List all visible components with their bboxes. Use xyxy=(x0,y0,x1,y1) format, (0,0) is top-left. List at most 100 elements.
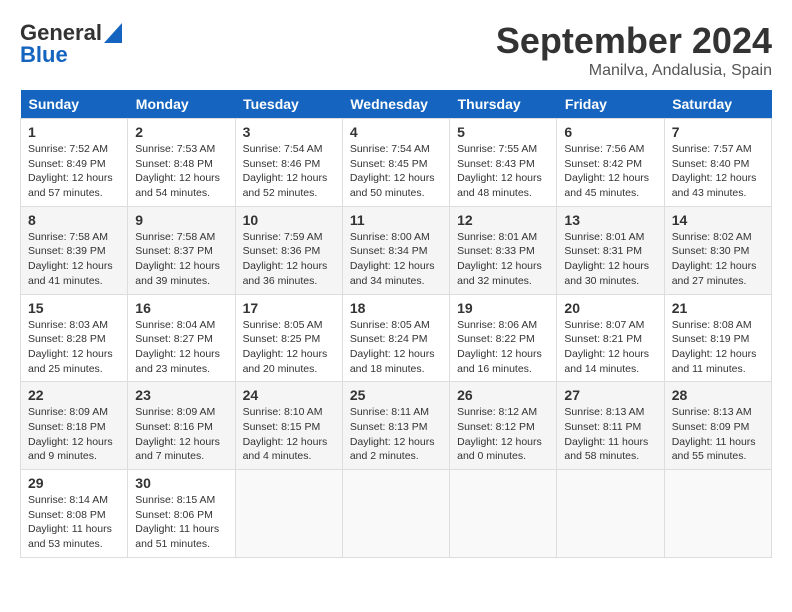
calendar-cell-22: 22Sunrise: 8:09 AMSunset: 8:18 PMDayligh… xyxy=(21,382,128,470)
day-number: 3 xyxy=(243,124,335,140)
page-header: General Blue September 2024 Manilva, And… xyxy=(20,20,772,80)
calendar-cell-25: 25 Sunrise: 8:11 AMSunset: 8:13 PMDayligh… xyxy=(342,382,449,470)
calendar-cell-8: 8 Sunrise: 7:58 AMSunset: 8:39 PMDaylight… xyxy=(21,206,128,294)
header-sunday: Sunday xyxy=(21,90,128,119)
title-block: September 2024 Manilva, Andalusia, Spain xyxy=(496,20,772,80)
day-number: 30 xyxy=(135,475,227,491)
calendar-cell-1: 1 Sunrise: 7:52 AMSunset: 8:49 PMDaylight… xyxy=(21,119,128,207)
calendar-cell-empty xyxy=(557,470,664,558)
location-title: Manilva, Andalusia, Spain xyxy=(496,62,772,80)
calendar-cell-empty xyxy=(342,470,449,558)
day-detail: Sunrise: 8:02 AMSunset: 8:30 PMDaylight:… xyxy=(672,231,757,287)
day-detail: Sunrise: 7:53 AMSunset: 8:48 PMDaylight:… xyxy=(135,143,220,199)
calendar-row-0: 1 Sunrise: 7:52 AMSunset: 8:49 PMDaylight… xyxy=(21,119,772,207)
day-detail: Sunrise: 7:57 AMSunset: 8:40 PMDaylight:… xyxy=(672,143,757,199)
calendar-cell-2: 2 Sunrise: 7:53 AMSunset: 8:48 PMDaylight… xyxy=(128,119,235,207)
day-detail: Sunrise: 8:05 AMSunset: 8:24 PMDaylight:… xyxy=(350,319,435,375)
day-number: 26 xyxy=(457,387,549,403)
day-number: 28 xyxy=(672,387,764,403)
day-number: 25 xyxy=(350,387,442,403)
calendar-cell-empty xyxy=(450,470,557,558)
calendar-cell-16: 16 Sunrise: 8:04 AMSunset: 8:27 PMDayligh… xyxy=(128,294,235,382)
day-detail: Sunrise: 8:03 AMSunset: 8:28 PMDaylight:… xyxy=(28,319,113,375)
day-number: 7 xyxy=(672,124,764,140)
calendar-cell-12: 12Sunrise: 8:01 AMSunset: 8:33 PMDayligh… xyxy=(450,206,557,294)
day-number: 13 xyxy=(564,212,656,228)
day-detail: Sunrise: 8:14 AMSunset: 8:08 PMDaylight:… xyxy=(28,494,112,550)
header-wednesday: Wednesday xyxy=(342,90,449,119)
day-detail: Sunrise: 7:52 AMSunset: 8:49 PMDaylight:… xyxy=(28,143,113,199)
day-number: 11 xyxy=(350,212,442,228)
month-title: September 2024 xyxy=(496,20,772,62)
calendar-row-2: 15 Sunrise: 8:03 AMSunset: 8:28 PMDayligh… xyxy=(21,294,772,382)
day-number: 23 xyxy=(135,387,227,403)
day-detail: Sunrise: 7:56 AMSunset: 8:42 PMDaylight:… xyxy=(564,143,649,199)
day-number: 2 xyxy=(135,124,227,140)
day-number: 27 xyxy=(564,387,656,403)
day-detail: Sunrise: 7:54 AMSunset: 8:46 PMDaylight:… xyxy=(243,143,328,199)
day-number: 17 xyxy=(243,300,335,316)
day-number: 5 xyxy=(457,124,549,140)
calendar-cell-13: 13 Sunrise: 8:01 AMSunset: 8:31 PMDayligh… xyxy=(557,206,664,294)
day-detail: Sunrise: 8:07 AMSunset: 8:21 PMDaylight:… xyxy=(564,319,649,375)
day-detail: Sunrise: 8:13 AMSunset: 8:09 PMDaylight:… xyxy=(672,406,756,462)
calendar-cell-23: 23 Sunrise: 8:09 AMSunset: 8:16 PMDayligh… xyxy=(128,382,235,470)
calendar-cell-18: 18Sunrise: 8:05 AMSunset: 8:24 PMDayligh… xyxy=(342,294,449,382)
calendar-cell-19: 19 Sunrise: 8:06 AMSunset: 8:22 PMDayligh… xyxy=(450,294,557,382)
calendar-cell-9: 9 Sunrise: 7:58 AMSunset: 8:37 PMDaylight… xyxy=(128,206,235,294)
calendar-row-4: 29 Sunrise: 8:14 AMSunset: 8:08 PMDayligh… xyxy=(21,470,772,558)
day-detail: Sunrise: 8:11 AMSunset: 8:13 PMDaylight:… xyxy=(350,406,435,462)
calendar-cell-29: 29 Sunrise: 8:14 AMSunset: 8:08 PMDayligh… xyxy=(21,470,128,558)
day-detail: Sunrise: 7:54 AMSunset: 8:45 PMDaylight:… xyxy=(350,143,435,199)
calendar-cell-15: 15 Sunrise: 8:03 AMSunset: 8:28 PMDayligh… xyxy=(21,294,128,382)
calendar-cell-27: 27 Sunrise: 8:13 AMSunset: 8:11 PMDayligh… xyxy=(557,382,664,470)
day-number: 15 xyxy=(28,300,120,316)
day-number: 29 xyxy=(28,475,120,491)
day-detail: Sunrise: 8:04 AMSunset: 8:27 PMDaylight:… xyxy=(135,319,220,375)
day-number: 9 xyxy=(135,212,227,228)
calendar-cell-11: 11 Sunrise: 8:00 AMSunset: 8:34 PMDayligh… xyxy=(342,206,449,294)
day-number: 6 xyxy=(564,124,656,140)
day-number: 21 xyxy=(672,300,764,316)
day-number: 8 xyxy=(28,212,120,228)
calendar-row-1: 8 Sunrise: 7:58 AMSunset: 8:39 PMDaylight… xyxy=(21,206,772,294)
day-detail: Sunrise: 7:58 AMSunset: 8:39 PMDaylight:… xyxy=(28,231,113,287)
header-tuesday: Tuesday xyxy=(235,90,342,119)
day-detail: Sunrise: 8:13 AMSunset: 8:11 PMDaylight:… xyxy=(564,406,648,462)
day-number: 22 xyxy=(28,387,120,403)
day-number: 14 xyxy=(672,212,764,228)
day-detail: Sunrise: 8:08 AMSunset: 8:19 PMDaylight:… xyxy=(672,319,757,375)
day-number: 12 xyxy=(457,212,549,228)
logo-triangle-icon xyxy=(104,23,122,43)
day-detail: Sunrise: 8:06 AMSunset: 8:22 PMDaylight:… xyxy=(457,319,542,375)
day-number: 19 xyxy=(457,300,549,316)
calendar-cell-empty xyxy=(235,470,342,558)
day-detail: Sunrise: 8:10 AMSunset: 8:15 PMDaylight:… xyxy=(243,406,328,462)
day-detail: Sunrise: 8:09 AMSunset: 8:16 PMDaylight:… xyxy=(135,406,220,462)
calendar-cell-17: 17 Sunrise: 8:05 AMSunset: 8:25 PMDayligh… xyxy=(235,294,342,382)
day-number: 16 xyxy=(135,300,227,316)
calendar-cell-empty xyxy=(664,470,771,558)
day-detail: Sunrise: 8:05 AMSunset: 8:25 PMDaylight:… xyxy=(243,319,328,375)
calendar-cell-30: 30Sunrise: 8:15 AMSunset: 8:06 PMDayligh… xyxy=(128,470,235,558)
day-number: 4 xyxy=(350,124,442,140)
calendar-cell-14: 14 Sunrise: 8:02 AMSunset: 8:30 PMDayligh… xyxy=(664,206,771,294)
calendar-cell-6: 6 Sunrise: 7:56 AMSunset: 8:42 PMDaylight… xyxy=(557,119,664,207)
day-number: 24 xyxy=(243,387,335,403)
calendar-cell-24: 24 Sunrise: 8:10 AMSunset: 8:15 PMDayligh… xyxy=(235,382,342,470)
calendar-header-row: SundayMondayTuesdayWednesdayThursdayFrid… xyxy=(21,90,772,119)
calendar-cell-5: 5Sunrise: 7:55 AMSunset: 8:43 PMDaylight… xyxy=(450,119,557,207)
calendar-cell-28: 28 Sunrise: 8:13 AMSunset: 8:09 PMDayligh… xyxy=(664,382,771,470)
calendar-cell-10: 10Sunrise: 7:59 AMSunset: 8:36 PMDayligh… xyxy=(235,206,342,294)
calendar-cell-21: 21 Sunrise: 8:08 AMSunset: 8:19 PMDayligh… xyxy=(664,294,771,382)
day-detail: Sunrise: 8:01 AMSunset: 8:31 PMDaylight:… xyxy=(564,231,649,287)
day-number: 1 xyxy=(28,124,120,140)
header-thursday: Thursday xyxy=(450,90,557,119)
calendar-cell-7: 7 Sunrise: 7:57 AMSunset: 8:40 PMDaylight… xyxy=(664,119,771,207)
day-detail: Sunrise: 7:58 AMSunset: 8:37 PMDaylight:… xyxy=(135,231,220,287)
day-number: 20 xyxy=(564,300,656,316)
header-friday: Friday xyxy=(557,90,664,119)
calendar-cell-3: 3 Sunrise: 7:54 AMSunset: 8:46 PMDaylight… xyxy=(235,119,342,207)
day-detail: Sunrise: 8:00 AMSunset: 8:34 PMDaylight:… xyxy=(350,231,435,287)
header-monday: Monday xyxy=(128,90,235,119)
